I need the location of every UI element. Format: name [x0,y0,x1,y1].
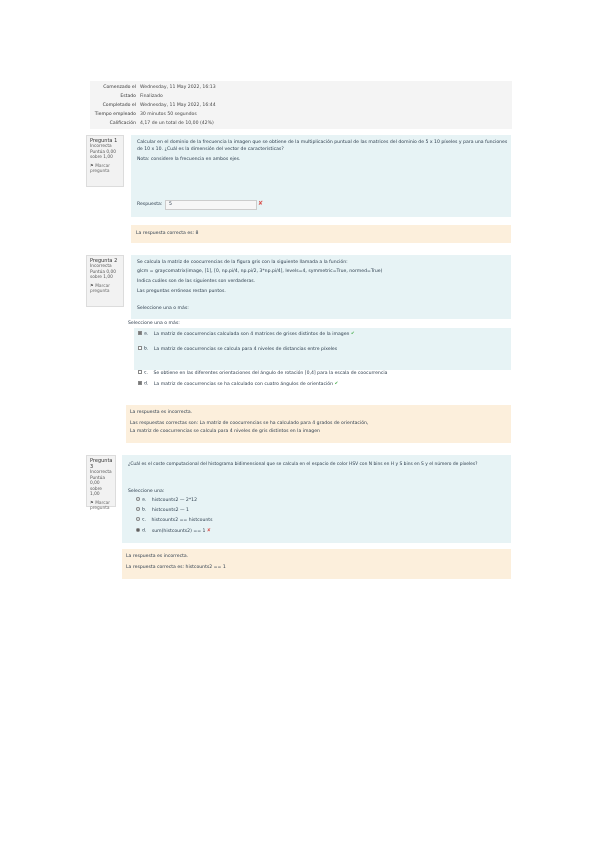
summary-value: Finalizado [140,94,163,99]
question-state: Incorrecta [90,470,112,475]
option-letter: a. [142,497,147,503]
option-text: histcounts2 — 2*12 [151,497,197,503]
options-label: Seleccione una o más: [128,321,180,326]
option-letter: d. [142,528,147,534]
summary-value: 4,17 de un total de 10,00 (42%) [140,121,214,126]
option-text: histcounts2 == histcounts [151,517,213,523]
summary-label: Comenzado el [103,85,136,90]
question-mark: Puntúa 0,00 sobre 1,00 [90,269,116,281]
summary-value: Wednesday, 11 May 2022, 16:44 [140,103,216,108]
option-a[interactable]: a. histcounts2 — 2*12 [136,497,197,504]
question-info-3: Pregunta 3 Incorrecta Puntúa 0,00 sobre … [86,455,116,511]
summary-label: Calificación [109,121,136,126]
summary-label: Estado [120,94,136,99]
option-text: sum(histcounts2) == 1 [151,528,206,534]
option-letter: b. [144,346,149,352]
answer-input[interactable]: 5 [165,200,257,210]
question-text: de 10 x 10. ¿Cuál es la dimensión del ve… [137,147,284,152]
feedback-2: La respuesta es incorrecta. Las respuest… [126,405,511,443]
checkbox[interactable] [138,346,142,350]
correct-icon: ✔ [334,381,339,387]
question-mark: Puntúa 0,00 sobre 1,00 [90,149,116,161]
question-info-1: Pregunta 1 Incorrecta Puntúa 0,00 sobre … [86,135,124,187]
flag-label: Marcar pregunta [90,283,110,295]
summary-value: Wednesday, 11 May 2022, 16:13 [140,85,216,90]
summary-value: 30 minutos 50 segundos [140,112,197,117]
option-letter: b. [142,507,147,513]
question-info-2: Pregunta 2 Incorrecta Puntúa 0,00 sobre … [86,255,124,307]
summary-row-completed: Completado el Wednesday, 11 May 2022, 16… [90,102,512,110]
radio-button[interactable] [136,507,140,511]
summary-label: Completado el [102,103,136,108]
option-c[interactable]: c. histcounts2 == histcounts [136,517,212,524]
flag-question-link[interactable]: ⚑ Marcar pregunta [90,501,112,512]
options-label: Seleccione una: [128,489,165,494]
summary-row-started: Comenzado el Wednesday, 11 May 2022, 16:… [90,84,512,92]
correct-answer-text: La respuesta correcta es: 8 [136,231,199,236]
feedback-text: La respuesta es incorrecta. [126,554,189,559]
flag-label: Marcar pregunta [90,163,110,175]
radio-button[interactable] [136,517,140,521]
correct-answer-text: La respuesta correcta es: histcounts2 ==… [126,565,226,570]
question-text: Indica cuáles son de las siguientes son … [137,279,256,284]
correct-icon: ✔ [350,331,355,337]
incorrect-icon: ✘ [258,200,264,207]
option-letter: c. [142,517,146,523]
option-b[interactable]: b. histcounts2 — 1 [136,507,189,514]
option-text: histcounts2 — 1 [151,507,189,513]
answer-label: Respuesta: [137,202,163,207]
option-letter: d. [144,381,149,387]
question-text: Se calcula la matriz de coocurrencias de… [137,260,348,265]
summary-label: Tiempo empleado [94,112,136,117]
summary-row-grade: Calificación 4,17 de un total de 10,00 (… [90,120,512,128]
question-text: Calcular en el dominio de la frecuencia … [137,140,508,145]
code-snippet: glcm = graycomatrix(image, [1], [0, np.p… [137,269,383,274]
radio-button[interactable] [136,528,140,532]
question-text: ¿Cuál es el coste computacional del hist… [128,462,478,467]
option-text: La matriz de coocurrencias se calcula pa… [153,346,338,352]
question-text: Seleccione una o más: [137,306,189,311]
question-number: Pregunta 3 [90,458,113,470]
checkbox[interactable] [138,381,142,385]
option-text: La matriz de coocurrencias calculada son… [153,331,350,337]
incorrect-icon: ✘ [206,528,211,534]
feedback-1: La respuesta correcta es: 8 [131,225,511,243]
option-c[interactable]: c. Se obtiene en las diferentes orientac… [138,370,387,377]
flag-question-link[interactable]: ⚑ Marcar pregunta [90,164,120,175]
answer-value: 5 [169,202,172,207]
option-a[interactable]: a. La matriz de coocurrencias calculada … [138,331,355,338]
option-d[interactable]: d. La matriz de coocurrencias se ha calc… [138,381,338,388]
question-content-3: ¿Cuál es el coste computacional del hist… [122,455,511,543]
question-text: Las preguntas erróneas restan puntos. [137,289,226,294]
correct-answer-text: La matriz de coocurrencias se calcula pa… [130,429,320,434]
attempt-summary: Comenzado el Wednesday, 11 May 2022, 16:… [90,81,512,129]
question-mark: Puntúa 0,00 sobre 1,00 [90,475,106,498]
correct-answer-text: Las respuestas correctas son: La matriz … [130,421,369,426]
option-text: Se obtiene en las diferentes orientacion… [153,370,388,376]
summary-row-state: Estado Finalizado [90,93,512,101]
question-note: Nota: considere la frecuencia en ambos e… [137,157,241,162]
answer-options-2: Seleccione una o más: a. La matriz de co… [126,320,511,392]
summary-row-time: Tiempo empleado 30 minutos 50 segundos [90,111,512,119]
option-b[interactable]: b. La matriz de coocurrencias se calcula… [138,346,337,353]
checkbox[interactable] [138,370,142,374]
flag-question-link[interactable]: ⚑ Marcar pregunta [90,284,120,295]
question-content-2: Se calcula la matriz de coocurrencias de… [131,255,511,319]
option-letter: a. [144,331,149,337]
option-d[interactable]: d. sum(histcounts2) == 1 ✘ [136,528,211,535]
flag-label: Marcar pregunta [90,500,110,512]
option-text: La matriz de coocurrencias se ha calcula… [153,381,333,387]
question-content-1: Calcular en el dominio de la frecuencia … [131,135,511,217]
option-letter: c. [144,370,148,376]
radio-button[interactable] [136,497,140,501]
feedback-text: La respuesta es incorrecta. [130,410,193,415]
checkbox[interactable] [138,331,142,335]
feedback-3: La respuesta es incorrecta. La respuesta… [122,549,511,579]
